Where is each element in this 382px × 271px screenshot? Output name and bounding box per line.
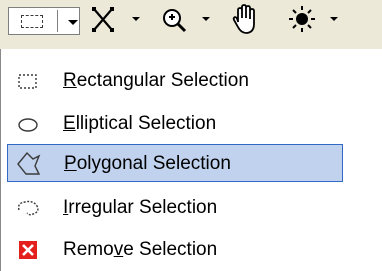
pan-hand-icon [232, 4, 255, 34]
pan-tool-button[interactable] [228, 0, 268, 40]
split-divider [57, 10, 58, 32]
polygon-select-icon [17, 151, 41, 175]
chevron-down-icon[interactable] [132, 17, 140, 21]
menu-item-polygonal-selection[interactable]: Polygonal Selection [7, 144, 343, 182]
menu-item-label: Polygonal Selection [64, 153, 231, 174]
menu-item-rectangular-selection[interactable]: Rectangular Selection [7, 62, 343, 100]
lasso-select-icon [17, 200, 39, 216]
brightness-icon [289, 6, 315, 32]
ellipse-select-icon [18, 118, 38, 132]
chevron-down-icon[interactable] [68, 20, 78, 25]
rectangle-select-icon [18, 74, 37, 89]
scatter-select-icon [92, 7, 114, 32]
selection-dropdown-menu: Rectangular Selection Elliptical Selecti… [0, 46, 382, 271]
remove-selection-icon [19, 241, 37, 259]
chevron-down-icon[interactable] [330, 17, 338, 21]
menu-item-label: Irregular Selection [63, 197, 218, 218]
scatter-tool-button[interactable] [90, 0, 150, 40]
zoom-icon [163, 9, 187, 33]
menu-item-irregular-selection[interactable]: Irregular Selection [7, 189, 343, 227]
menu-item-elliptical-selection[interactable]: Elliptical Selection [7, 105, 343, 143]
selection-tool-button[interactable] [8, 7, 80, 35]
rectangle-select-icon [21, 15, 43, 28]
menu-item-label: Elliptical Selection [63, 113, 217, 134]
zoom-tool-button[interactable] [158, 0, 218, 40]
chevron-down-icon[interactable] [202, 17, 210, 21]
menu-panel: Rectangular Selection Elliptical Selecti… [0, 49, 382, 271]
toolbar [0, 0, 382, 46]
menu-item-label: Remove Selection [63, 239, 218, 260]
menu-item-remove-selection[interactable]: Remove Selection [7, 231, 343, 269]
menu-item-label: Rectangular Selection [63, 70, 249, 91]
brightness-tool-button[interactable] [284, 0, 354, 40]
